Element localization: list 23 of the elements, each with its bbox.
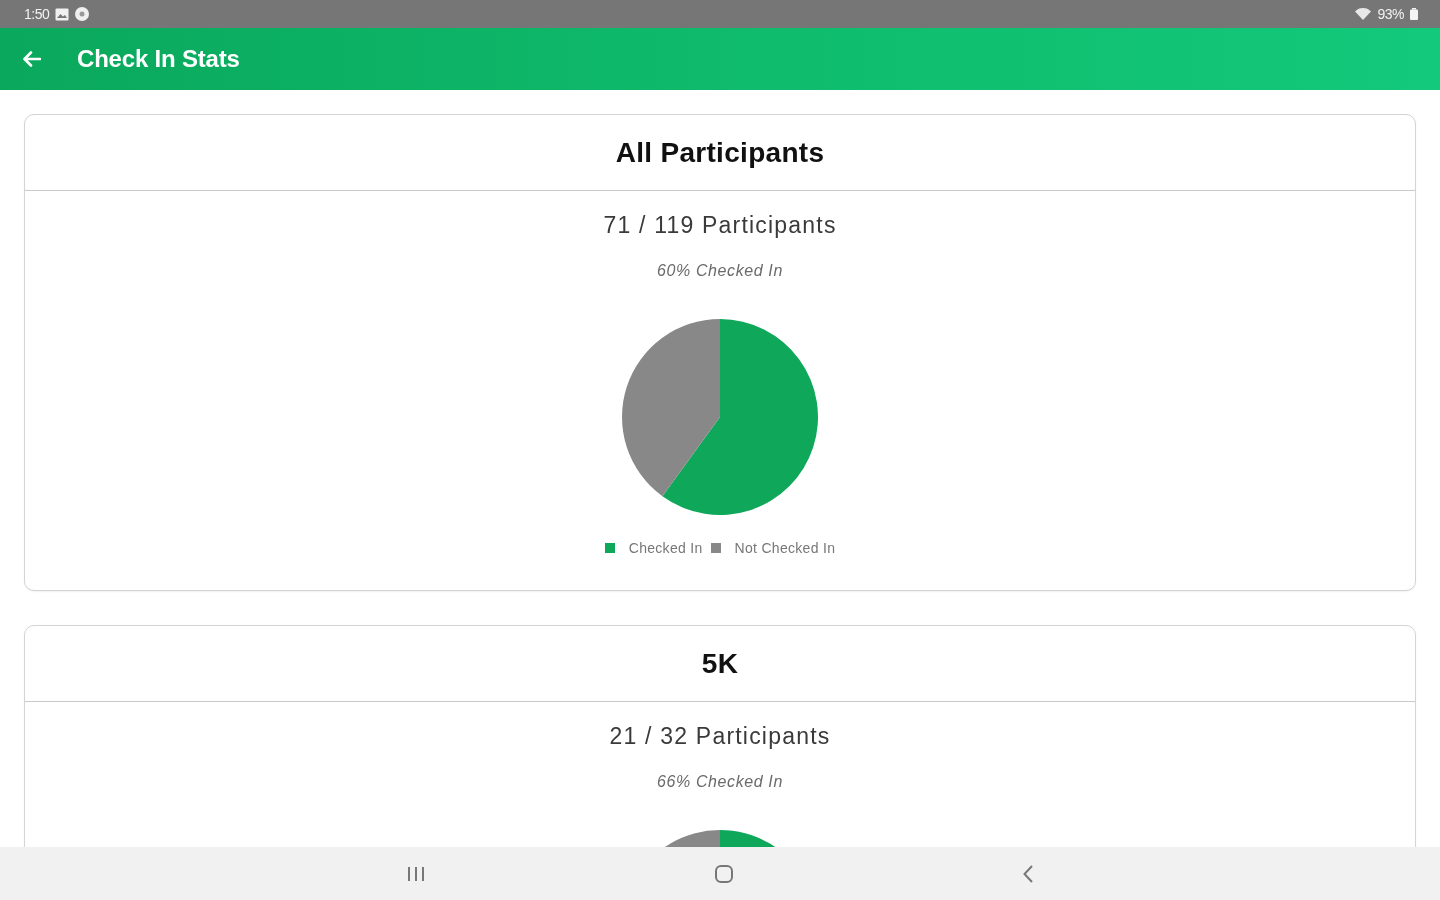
battery-icon xyxy=(1410,8,1418,20)
status-time: 1:50 xyxy=(24,6,50,22)
home-button[interactable] xyxy=(715,864,733,883)
recent-apps-icon xyxy=(407,865,425,882)
legend-label: Not Checked In xyxy=(734,540,836,556)
checked-in-percent: 66% Checked In xyxy=(657,773,783,791)
participant-count: 21 / 32 Participants xyxy=(609,722,831,750)
participant-count: 71 / 119 Participants xyxy=(603,211,837,239)
legend-label: Checked In xyxy=(628,540,703,556)
back-nav-button[interactable] xyxy=(1023,864,1033,883)
back-button[interactable] xyxy=(22,49,42,69)
wifi-icon xyxy=(1355,8,1372,20)
recent-apps-button[interactable] xyxy=(407,865,425,882)
back-chevron-icon xyxy=(1023,864,1033,883)
home-icon xyxy=(715,864,733,883)
checked-in-percent: 60% Checked In xyxy=(657,262,783,280)
card-title: 5K xyxy=(701,647,739,680)
battery-percent: 93% xyxy=(1377,6,1404,22)
card-title: All Participants xyxy=(615,136,825,169)
screen-title: Check In Stats xyxy=(77,45,240,73)
circle-icon xyxy=(75,7,90,21)
image-icon xyxy=(55,7,70,21)
back-arrow-icon xyxy=(23,51,41,67)
